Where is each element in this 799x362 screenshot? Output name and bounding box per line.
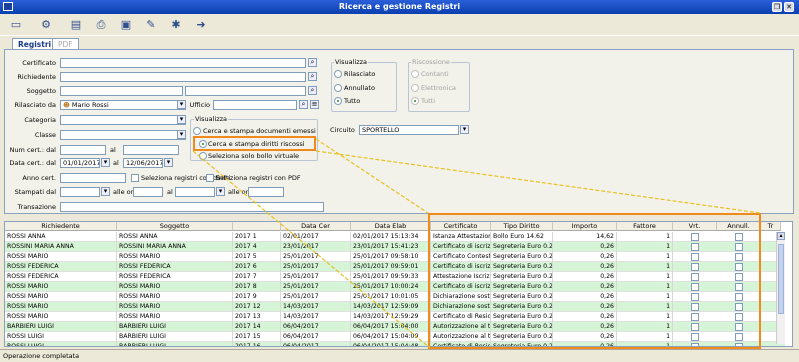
status-bar: Operazione completata bbox=[0, 349, 799, 362]
status-text: Operazione completata bbox=[3, 352, 80, 360]
connector-lines bbox=[192, 138, 761, 349]
